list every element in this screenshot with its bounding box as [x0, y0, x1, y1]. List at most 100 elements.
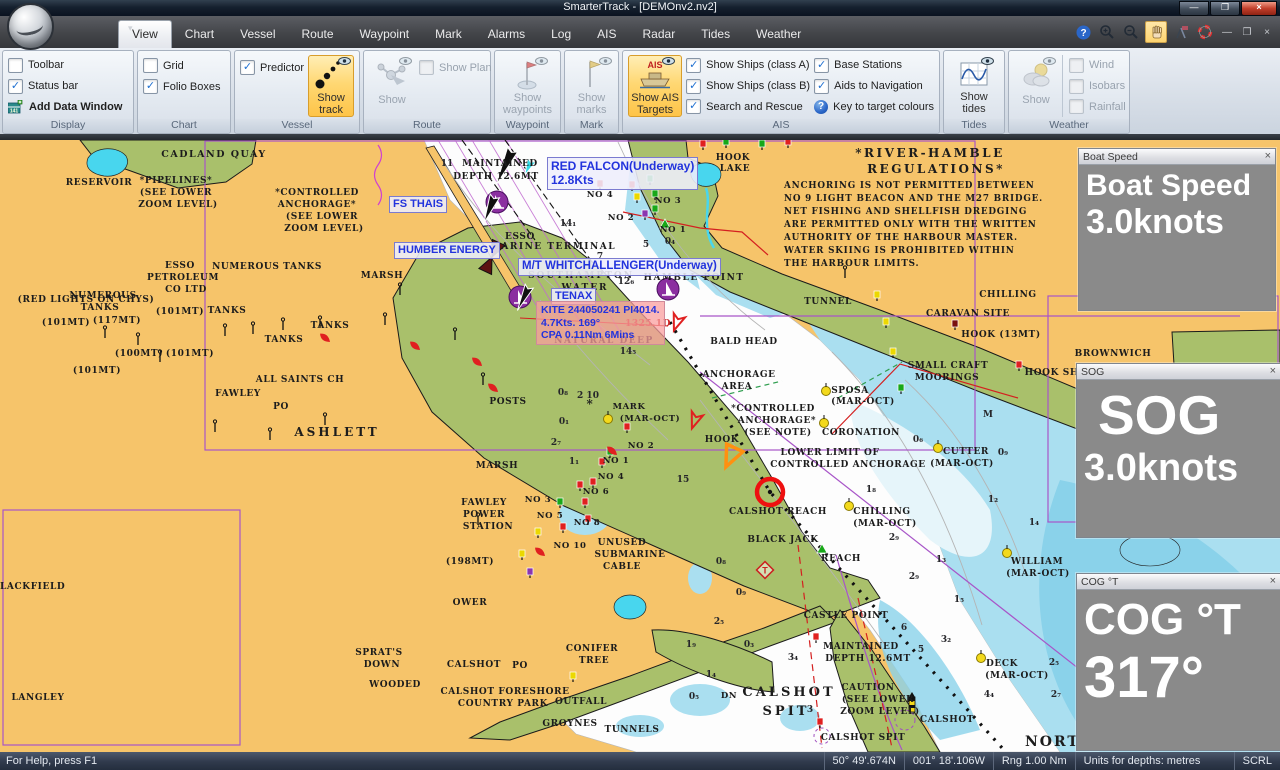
help-icon[interactable]: ?	[1073, 22, 1093, 42]
group-label: Mark	[565, 119, 618, 133]
weather-show-button[interactable]: Show	[1014, 55, 1058, 117]
window-close[interactable]: ×	[1259, 27, 1275, 38]
data-window-titlebar[interactable]: Boat Speed×	[1079, 149, 1275, 165]
isobars-checkbox[interactable]: Isobars	[1069, 76, 1126, 97]
status-help-text: For Help, press F1	[0, 755, 824, 767]
checkbox-icon[interactable]	[419, 60, 434, 75]
app-orb-icon[interactable]	[7, 3, 54, 50]
show-marks-button[interactable]: Show marks	[569, 55, 615, 117]
quick-access-chevron-icon[interactable]: ▾	[128, 23, 133, 34]
folio-boxes-checkbox[interactable]: Folio Boxes	[143, 76, 220, 97]
status-latitude: 50° 49'.674N	[824, 752, 904, 770]
checkbox-icon[interactable]	[143, 79, 158, 94]
ribbon-group-vessel: Predictor Show track Vessel	[234, 50, 360, 134]
tab-weather[interactable]: Weather	[743, 21, 814, 48]
search-and-rescue-checkbox[interactable]: Search and Rescue	[686, 96, 810, 117]
close-icon[interactable]: ×	[1270, 576, 1276, 587]
svg-text:?: ?	[1080, 28, 1086, 39]
data-window-titlebar[interactable]: COG °T×	[1077, 574, 1280, 590]
data-window-title: COG °T	[1081, 576, 1270, 588]
predictor-checkbox[interactable]: Predictor	[240, 57, 304, 78]
eye-icon	[399, 57, 412, 65]
key-to-target-colours-button[interactable]: ?Key to target colours	[814, 96, 934, 117]
pan-tool-icon[interactable]	[1145, 21, 1167, 43]
show-ais-targets-button[interactable]: AIS Show AIS Targets	[628, 55, 682, 117]
zoom-in-icon[interactable]	[1097, 22, 1117, 42]
show-tides-button[interactable]: Show tides	[949, 55, 999, 117]
ribbon-group-route: Show Show Plan Route	[363, 50, 491, 134]
checkbox-icon[interactable]	[686, 79, 701, 94]
toolbar-checkbox[interactable]: Toolbar	[8, 55, 122, 76]
show-waypoints-button[interactable]: Show waypoints	[501, 55, 555, 117]
checkbox-icon[interactable]	[240, 60, 255, 75]
show-track-button[interactable]: Show track	[308, 55, 354, 117]
zoom-out-icon[interactable]	[1121, 22, 1141, 42]
show-ships-class-a-checkbox[interactable]: Show Ships (class A)	[686, 55, 810, 76]
tab-log[interactable]: Log	[538, 21, 584, 48]
window-restore[interactable]: ❐	[1239, 27, 1255, 38]
tab-mark[interactable]: Mark	[422, 21, 475, 48]
tab-route[interactable]: Route	[289, 21, 347, 48]
checkbox-icon[interactable]	[1069, 79, 1084, 94]
data-window-value: 3.0knots	[1086, 203, 1268, 241]
show-plan-checkbox[interactable]: Show Plan	[419, 57, 492, 78]
close-icon[interactable]: ×	[1270, 366, 1276, 377]
eye-icon	[535, 57, 548, 65]
group-label: Tides	[944, 119, 1004, 133]
rainfall-checkbox[interactable]: Rainfall	[1069, 96, 1126, 117]
tab-tides[interactable]: Tides	[688, 21, 743, 48]
checkbox-icon[interactable]	[814, 58, 829, 73]
window-minimize[interactable]: —	[1219, 27, 1235, 38]
data-window-cog[interactable]: COG °T× COG °T 317°	[1076, 573, 1280, 751]
checkbox-icon[interactable]	[1069, 58, 1084, 73]
title-bar[interactable]: SmarterTrack - [DEMOnv2.nv2] — ❐ ×	[0, 0, 1280, 16]
grid-checkbox[interactable]: Grid	[143, 55, 220, 76]
eye-icon	[1043, 57, 1056, 65]
base-stations-checkbox[interactable]: Base Stations	[814, 55, 934, 76]
checkbox-icon[interactable]	[686, 58, 701, 73]
minimize-button[interactable]: —	[1179, 1, 1209, 16]
eye-icon	[981, 57, 994, 65]
tab-alarms[interactable]: Alarms	[475, 21, 538, 48]
wind-checkbox[interactable]: Wind	[1069, 55, 1126, 76]
data-window-titlebar[interactable]: SOG×	[1077, 364, 1280, 380]
eye-icon	[338, 57, 351, 65]
measure-tool-icon[interactable]	[1171, 22, 1191, 42]
tab-radar[interactable]: Radar	[630, 21, 689, 48]
ribbon-tab-bar: ▾ ViewChartVesselRouteWaypointMarkAlarms…	[0, 16, 1280, 48]
checkbox-icon[interactable]	[686, 99, 701, 114]
eye-icon	[662, 57, 675, 65]
add-data-window-button[interactable]: 141 Add Data Window	[8, 96, 122, 117]
statusbar-checkbox[interactable]: Status bar	[8, 76, 122, 97]
tab-waypoint[interactable]: Waypoint	[347, 21, 423, 48]
close-icon[interactable]: ×	[1265, 151, 1271, 162]
checkbox-icon[interactable]	[1069, 99, 1084, 114]
group-label: Weather	[1009, 119, 1129, 133]
data-window-label: COG °T	[1084, 594, 1273, 646]
svg-text:T: T	[762, 566, 768, 576]
chart-canvas[interactable]: T CADLAND QUAYRESERVOIR*PIPELINES*(SEE L…	[0, 140, 1280, 752]
tab-ais[interactable]: AIS	[584, 21, 629, 48]
checkbox-icon[interactable]	[8, 58, 23, 73]
ribbon-group-display: Toolbar Status bar 141 Add Data Window D…	[2, 50, 134, 134]
tab-vessel[interactable]: Vessel	[227, 21, 288, 48]
buoy-w	[657, 278, 679, 300]
ribbon-group-tides: Show tides Tides	[943, 50, 1005, 134]
route-show-button[interactable]: Show	[369, 55, 415, 117]
show-ships-class-b-checkbox[interactable]: Show Ships (class B)	[686, 76, 810, 97]
checkbox-icon[interactable]	[8, 79, 23, 94]
data-window-boat-speed[interactable]: Boat Speed× Boat Speed 3.0knots	[1078, 148, 1276, 311]
data-window-sog[interactable]: SOG× SOG 3.0knots	[1076, 363, 1280, 538]
restore-button[interactable]: ❐	[1210, 1, 1240, 16]
checkbox-icon[interactable]	[814, 79, 829, 94]
checkbox-icon[interactable]	[143, 58, 158, 73]
tab-chart[interactable]: Chart	[172, 21, 227, 48]
tab-view[interactable]: View	[118, 20, 172, 48]
ribbon-group-ais: AIS Show AIS Targets Show Ships (class A…	[622, 50, 940, 134]
group-label: Chart	[138, 119, 230, 133]
status-range: Rng 1.00 Nm	[993, 752, 1075, 770]
smartertrack-window: SmarterTrack - [DEMOnv2.nv2] — ❐ × ▾ Vie…	[0, 0, 1280, 770]
man-overboard-icon[interactable]	[1195, 22, 1215, 42]
close-button[interactable]: ×	[1241, 1, 1277, 16]
aids-to-navigation-checkbox[interactable]: Aids to Navigation	[814, 76, 934, 97]
